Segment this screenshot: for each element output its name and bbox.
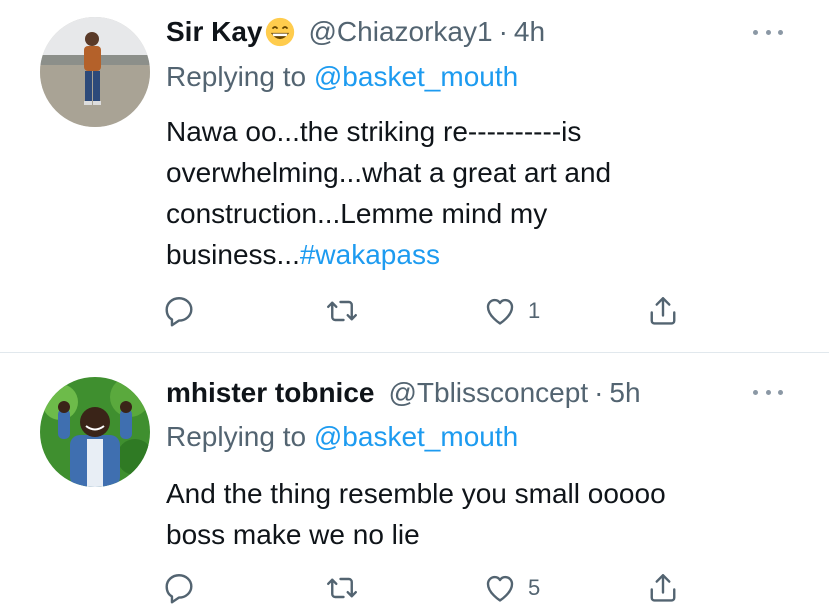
tweet-text: And the thing resemble you small ooooo b… bbox=[166, 473, 666, 555]
reply-button[interactable] bbox=[161, 291, 207, 331]
heart-icon bbox=[486, 575, 514, 602]
tweet-header: Sir Kay @Chiazorkay1 · 4h bbox=[166, 12, 545, 52]
display-name[interactable]: mhister tobnice bbox=[166, 377, 374, 409]
reply-button[interactable] bbox=[161, 568, 207, 608]
tweet[interactable]: Sir Kay @Chiazorkay1 · 4h Replying to @b… bbox=[0, 0, 829, 352]
share-icon bbox=[650, 297, 676, 325]
like-count: 1 bbox=[528, 298, 541, 323]
tweet-text: Nawa oo...the striking re----------is ov… bbox=[166, 111, 611, 275]
more-dots-icon[interactable] bbox=[753, 22, 783, 42]
tweet-text-line: construction...Lemme mind my bbox=[166, 198, 548, 229]
tweet-text-plain: business... bbox=[166, 239, 300, 270]
avatar[interactable] bbox=[40, 17, 150, 127]
replying-label: Replying to bbox=[166, 61, 314, 92]
retweet-icon bbox=[327, 577, 357, 599]
replying-handle-link[interactable]: @basket_mouth bbox=[314, 61, 518, 92]
retweet-button[interactable] bbox=[324, 291, 370, 331]
tweet-actions: 5 bbox=[0, 568, 829, 608]
timestamp[interactable]: 5h bbox=[609, 377, 640, 409]
replying-to: Replying to @basket_mouth bbox=[166, 421, 518, 453]
like-count: 5 bbox=[528, 575, 541, 600]
tweet-text-line: boss make we no lie bbox=[166, 519, 420, 550]
reply-icon bbox=[165, 297, 193, 327]
tweet-text-line: business...#wakapass bbox=[166, 234, 611, 275]
separator-dot: · bbox=[594, 377, 604, 408]
tweet-text-line: overwhelming...what a great art and bbox=[166, 157, 612, 188]
retweet-button[interactable] bbox=[324, 568, 370, 608]
share-icon bbox=[650, 574, 676, 602]
share-button[interactable] bbox=[645, 568, 681, 608]
avatar-photo bbox=[40, 377, 150, 487]
separator-dot: · bbox=[498, 16, 508, 47]
avatar-photo bbox=[40, 17, 150, 127]
tweet-header: mhister tobnice @Tblissconcept · 5h bbox=[166, 373, 641, 413]
replying-label: Replying to bbox=[166, 421, 314, 452]
tweet-text-line: Nawa oo...the striking re----------is bbox=[166, 116, 582, 147]
tweet-actions: 1 bbox=[0, 291, 829, 331]
grinning-face-emoji bbox=[265, 17, 294, 47]
timestamp[interactable]: 4h bbox=[514, 16, 545, 48]
hashtag-link[interactable]: #wakapass bbox=[300, 239, 440, 270]
replying-to: Replying to @basket_mouth bbox=[166, 61, 518, 93]
user-handle[interactable]: @Tblissconcept bbox=[388, 377, 588, 409]
user-handle[interactable]: @Chiazorkay1 bbox=[309, 16, 493, 48]
reply-icon bbox=[165, 574, 193, 604]
replying-handle-link[interactable]: @basket_mouth bbox=[314, 421, 518, 452]
tweet[interactable]: mhister tobnice @Tblissconcept · 5h Repl… bbox=[0, 353, 829, 613]
like-button[interactable]: 1 bbox=[482, 291, 540, 331]
heart-icon bbox=[486, 298, 514, 325]
share-button[interactable] bbox=[645, 291, 681, 331]
display-name[interactable]: Sir Kay bbox=[166, 16, 263, 48]
more-dots-icon[interactable] bbox=[753, 382, 783, 402]
retweet-icon bbox=[327, 300, 357, 322]
tweet-text-line: And the thing resemble you small ooooo bbox=[166, 478, 666, 509]
like-button[interactable]: 5 bbox=[482, 568, 540, 608]
avatar[interactable] bbox=[40, 377, 150, 487]
